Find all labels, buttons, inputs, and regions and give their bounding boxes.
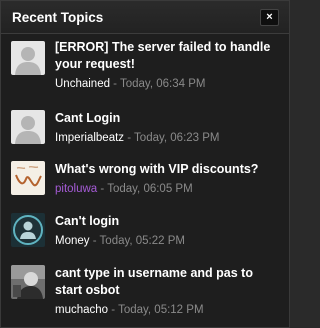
topic-item: What's wrong with VIP discounts? pitoluw… [2, 161, 288, 201]
topic-meta: Unchained - Today, 06:34 PM [55, 76, 280, 92]
topic-author-link[interactable]: Imperialbeatz [55, 132, 124, 144]
widget-title: Recent Topics [12, 9, 104, 25]
close-button[interactable]: × [260, 8, 279, 26]
topic-item: [ERROR] The server failed to handle your… [2, 39, 288, 101]
topic-title-link[interactable]: [ERROR] The server failed to handle your… [55, 39, 280, 73]
topic-author-link[interactable]: pitoluwa [55, 183, 97, 195]
recent-topics-widget: Recent Topics × [ERROR] The server faile… [0, 0, 290, 328]
topic-author-link[interactable]: Money [55, 235, 90, 247]
topic-meta: pitoluwa - Today, 06:05 PM [55, 181, 280, 197]
topic-title-link[interactable]: Cant Login [55, 110, 280, 127]
topic-author-link[interactable]: muchacho [55, 304, 108, 316]
topic-meta: muchacho - Today, 05:12 PM [55, 302, 280, 318]
topic-title-link[interactable]: What's wrong with VIP discounts? [55, 161, 280, 178]
topic-time: - Today, 06:23 PM [124, 132, 220, 144]
topic-meta: Imperialbeatz - Today, 06:23 PM [55, 130, 280, 146]
default-avatar-icon[interactable] [11, 41, 45, 75]
topic-item: Can't login Money - Today, 05:22 PM [2, 213, 288, 253]
topic-meta: Money - Today, 05:22 PM [55, 233, 280, 249]
topic-time: - Today, 06:05 PM [97, 183, 193, 195]
topic-author-link[interactable]: Unchained [55, 78, 110, 90]
topic-time: - Today, 05:12 PM [108, 304, 204, 316]
circle-person-avatar-icon[interactable] [11, 213, 45, 247]
topic-title-link[interactable]: cant type in username and pas to start o… [55, 265, 280, 299]
topic-title-link[interactable]: Can't login [55, 213, 280, 230]
sketch-avatar-image[interactable] [11, 161, 45, 195]
topic-time: - Today, 05:22 PM [89, 235, 185, 247]
widget-header: Recent Topics × [1, 1, 289, 34]
topic-time: - Today, 06:34 PM [109, 78, 206, 90]
default-avatar-icon[interactable] [11, 110, 45, 144]
photo-avatar-image[interactable] [11, 265, 45, 299]
topic-item: Cant Login Imperialbeatz - Today, 06:23 … [2, 110, 288, 150]
topic-item: cant type in username and pas to start o… [2, 265, 288, 325]
